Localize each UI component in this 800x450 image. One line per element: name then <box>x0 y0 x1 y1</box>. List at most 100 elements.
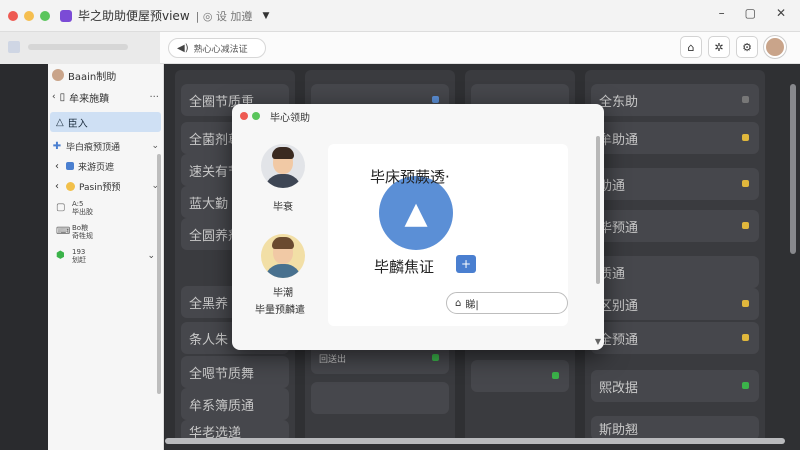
maximize-button[interactable]: ▢ <box>745 6 756 20</box>
status-dot <box>552 372 559 379</box>
sidebar-row-3[interactable]: ‹ Pasin预预 ⌄ <box>48 176 163 196</box>
status-dot <box>742 300 749 307</box>
chevron-down-icon[interactable]: ⌄ <box>147 252 155 261</box>
person-name: 毕潮 <box>273 288 293 299</box>
dashboard-card[interactable]: 毕预通 <box>591 210 759 242</box>
dashboard-card[interactable] <box>311 382 449 414</box>
title-bar: 毕之助助便屋预view | ◎ 设 加遵 ▼ – ▢ ✕ <box>0 0 800 32</box>
avatar-body <box>265 264 301 278</box>
dashboard-card[interactable]: 熙改据 <box>591 370 759 402</box>
chevron-left-icon: ‹ <box>55 160 59 172</box>
window-controls: – ▢ ✕ <box>719 6 786 20</box>
note-icon: ▢ <box>56 202 66 213</box>
close-button[interactable]: ✕ <box>776 6 786 20</box>
card-label: 牟助通 <box>599 132 639 148</box>
card-label: 全黑养 <box>189 296 229 312</box>
window-title: 毕之助助便屋预view <box>78 9 190 23</box>
dashboard-card[interactable]: 牟系簿质通 <box>181 388 289 420</box>
dashboard-card[interactable]: 全预通 <box>591 322 759 354</box>
add-button[interactable]: + <box>456 255 476 273</box>
dashboard-card[interactable]: 牟助通 <box>591 122 759 154</box>
horizontal-scrollbar[interactable] <box>165 438 785 444</box>
chevron-left-icon: ‹ <box>55 180 59 192</box>
blurred-tab-text <box>28 44 128 50</box>
warning-icon: △ <box>56 116 64 128</box>
modal-close-button[interactable] <box>240 112 248 120</box>
dashboard-card[interactable]: 区别通 <box>591 288 759 320</box>
more-icon[interactable]: ··· <box>149 92 159 103</box>
scroll-down-arrow-icon[interactable]: ▼ <box>595 337 601 346</box>
chevron-down-icon[interactable]: ▼ <box>262 11 269 21</box>
app-icon <box>60 9 72 22</box>
home-icon[interactable]: ⌂ <box>680 36 702 58</box>
close-window-button[interactable] <box>8 10 18 21</box>
modal-scrollbar[interactable] <box>596 136 600 284</box>
chevron-left-icon[interactable]: ‹ <box>52 92 56 102</box>
modal-dialog: 毕心领助 毕衰 毕潮 毕量预麟遣 ▲ 毕床预蕨透· 毕麟焦证 + ⌂ 睇| ▼ <box>232 104 604 350</box>
sidebar-item-active[interactable]: △ 臣入 <box>50 112 161 132</box>
address-text: 熟心心减法证 <box>193 44 248 55</box>
person-subtitle: 毕量预麟遣 <box>255 305 305 316</box>
person-card-2[interactable]: 毕潮 毕量预麟遣 <box>252 234 314 316</box>
dashboard-card[interactable]: 全东助 <box>591 84 759 116</box>
shield-icon: ⬢ <box>56 250 65 261</box>
modal-zoom-button[interactable] <box>252 112 260 120</box>
settings-icon[interactable]: ⚙ <box>736 36 758 58</box>
panel-subtitle: 毕麟焦证 <box>374 258 435 276</box>
status-dot <box>432 96 439 103</box>
item-line1: A:5 <box>72 200 84 208</box>
sidebar-row-1-label: 毕白痕预顶通 <box>66 142 121 153</box>
dashboard-card[interactable]: 斯助翘 <box>591 416 759 440</box>
card-label: 熙改据 <box>599 380 639 396</box>
speaker-icon: ◀) <box>177 42 189 54</box>
user-avatar[interactable] <box>764 36 786 58</box>
sidebar-header-label: Baain制助 <box>68 71 117 83</box>
status-dot <box>742 382 749 389</box>
file-icon: ▯ <box>59 91 66 103</box>
dashboard-scrollbar[interactable] <box>790 84 796 254</box>
dashboard-card[interactable]: 质通 <box>591 256 759 288</box>
sidebar: Baain制助 ‹ ▯ 牟来施蹟 ··· △ 臣入 ✚ 毕白痕预顶通 ⌄ ‹ 来… <box>48 64 164 450</box>
sidebar-active-label: 臣入 <box>67 118 88 130</box>
card-label: 蓝大勤 <box>189 196 229 212</box>
home-icon: ⌂ <box>455 297 462 309</box>
sparkle-icon[interactable]: ✲ <box>708 36 730 58</box>
sidebar-list-item-text: Bo粮 奇牲规 <box>72 224 93 240</box>
profile-avatar[interactable] <box>52 69 64 81</box>
modal-titlebar: 毕心领助 <box>232 104 604 128</box>
sidebar-list-item[interactable]: ⬢ 193 划赶 ⌄ <box>48 244 163 268</box>
address-field[interactable]: ◀) 熟心心减法证 <box>168 38 266 58</box>
plus-icon: ✚ <box>52 140 62 152</box>
minimize-window-button[interactable] <box>24 10 34 21</box>
item-line2: 奇牲规 <box>72 232 93 240</box>
dashboard-card[interactable]: 助通 <box>591 168 759 200</box>
sidebar-section[interactable]: ‹ ▯ 牟来施蹟 ··· <box>48 86 163 108</box>
folder-icon <box>66 162 74 170</box>
status-dot <box>742 180 749 187</box>
device-icon: ⌨ <box>56 226 71 237</box>
minimize-button[interactable]: – <box>719 6 725 20</box>
blurred-tab-icon <box>8 41 20 53</box>
avatar-hair <box>272 147 294 159</box>
dashboard-card[interactable] <box>471 360 569 392</box>
text-input[interactable]: ⌂ 睇| <box>446 292 568 314</box>
emoji-icon <box>66 181 75 191</box>
sidebar-list-item[interactable]: ▢ A:5 毕出胶 <box>48 196 163 220</box>
person-card-1[interactable]: 毕衰 <box>252 144 314 213</box>
sidebar-header: Baain制助 <box>48 64 163 86</box>
item-line2: 划赶 <box>72 256 86 264</box>
window-subtitle: | ◎ 设 加遵 <box>195 9 253 23</box>
status-dot <box>742 96 749 103</box>
card-label: 斯助翘 <box>599 422 639 438</box>
sidebar-row-2-label: 来游页遮 <box>78 162 115 173</box>
sidebar-row-2[interactable]: ‹ 来游页遮 <box>48 156 163 176</box>
chevron-down-icon[interactable]: ⌄ <box>151 141 159 151</box>
dashboard-card[interactable]: 全嗯节质舞 <box>181 356 289 388</box>
zoom-window-button[interactable] <box>40 10 50 21</box>
sidebar-list-item[interactable]: ⌨ Bo粮 奇牲规 <box>48 220 163 244</box>
sidebar-scrollbar[interactable] <box>157 154 161 394</box>
card-label: 全嗯节质舞 <box>189 366 255 382</box>
modal-title: 毕心领助 <box>270 112 310 124</box>
sidebar-row-1[interactable]: ✚ 毕白痕预顶通 ⌄ <box>48 136 163 156</box>
image-placeholder-icon[interactable]: ▲ <box>379 176 453 250</box>
